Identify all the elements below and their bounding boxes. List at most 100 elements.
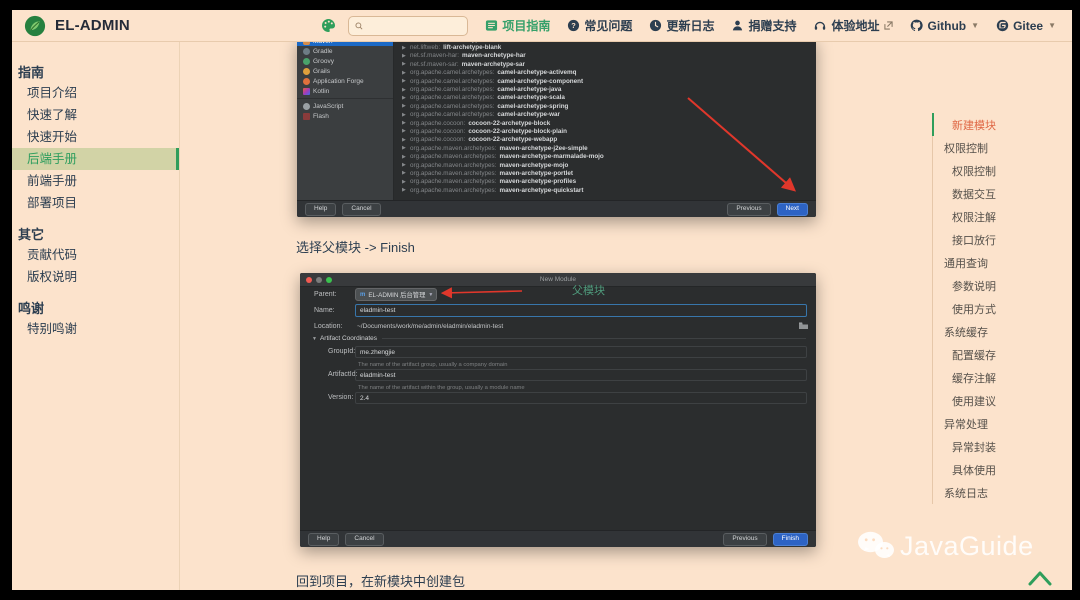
artifactid-input[interactable]: eladmin-test — [355, 369, 807, 381]
nav-item-github[interactable]: Github ▼ — [910, 19, 979, 33]
toc-item[interactable]: 数据交互 — [932, 182, 1070, 205]
expand-arrow-icon[interactable]: ▶ — [402, 78, 407, 84]
sidebar-item[interactable]: 项目介绍 — [12, 82, 179, 104]
expand-arrow-icon[interactable]: ▶ — [402, 154, 407, 160]
previous-button[interactable]: Previous — [723, 532, 767, 546]
toc-item[interactable]: 权限控制 — [932, 136, 1070, 159]
toc-item[interactable]: 参数说明 — [932, 274, 1070, 297]
module-name-input[interactable]: eladmin-test — [355, 304, 807, 317]
expand-arrow-icon[interactable]: ▶ — [402, 112, 407, 118]
toc-item[interactable]: 接口放行 — [932, 228, 1070, 251]
artifact-coordinates-section[interactable]: ▼ Artifact Coordinates — [312, 335, 806, 342]
expand-arrow-icon[interactable]: ▶ — [402, 61, 407, 67]
toc-item[interactable]: 异常处理 — [932, 412, 1070, 435]
toc-item[interactable]: 系统缓存 — [932, 320, 1070, 343]
groupid-input[interactable]: me.zhengjie — [355, 346, 807, 358]
previous-button[interactable]: Previous — [727, 202, 771, 216]
toc-item[interactable]: 通用查询 — [932, 251, 1070, 274]
archetype-row[interactable]: ▶ org.apache.camel.archetypes: camel-arche… — [394, 111, 816, 119]
nav-item-guide[interactable]: 项目指南 — [485, 17, 550, 34]
site-title[interactable]: EL-ADMIN — [55, 17, 130, 34]
sidebar-item[interactable]: 前端手册 — [12, 170, 179, 192]
nav-item-faq[interactable]: ? 常见问题 — [567, 17, 632, 34]
archetype-row[interactable]: ▶ org.apache.camel.archetypes: camel-arche… — [394, 69, 816, 77]
archetype-row[interactable]: ▶ net.sf.maven-sar: maven-archetype-sar — [394, 60, 816, 68]
close-window-icon[interactable] — [306, 276, 312, 283]
archetype-row[interactable]: ▶ org.apache.maven.archetypes: maven-arche… — [394, 161, 816, 169]
sidebar-item[interactable]: 快速开始 — [12, 126, 179, 148]
toc-item[interactable]: 缓存注解 — [932, 366, 1070, 389]
archetype-row[interactable]: ▶ org.apache.camel.archetypes: camel-arche… — [394, 85, 816, 93]
expand-arrow-icon[interactable]: ▶ — [402, 53, 407, 59]
toc-item[interactable]: 系统日志 — [932, 481, 1070, 504]
sidebar-item[interactable]: 版权说明 — [12, 266, 179, 288]
sidebar-item[interactable]: 部署项目 — [12, 192, 179, 214]
cancel-button[interactable]: Cancel — [342, 202, 381, 216]
expand-arrow-icon[interactable]: ▶ — [402, 179, 407, 185]
sidebar-item[interactable]: 快速了解 — [12, 104, 179, 126]
folder-browse-icon[interactable] — [799, 322, 808, 329]
expand-arrow-icon[interactable]: ▶ — [402, 95, 407, 101]
expand-arrow-icon[interactable]: ▶ — [402, 87, 407, 93]
minimize-window-icon[interactable] — [316, 276, 322, 283]
nav-item-donate[interactable]: 捐赠支持 — [731, 17, 796, 34]
toc-item[interactable]: 具体使用 — [932, 458, 1070, 481]
back-to-top-button[interactable] — [1026, 566, 1054, 590]
archetype-row[interactable]: ▶ org.apache.camel.archetypes: camel-arche… — [394, 77, 816, 85]
module-type-groovy[interactable]: Groovy — [297, 56, 393, 66]
expand-arrow-icon[interactable]: ▶ — [402, 103, 407, 109]
help-button[interactable]: Help — [305, 202, 337, 216]
expand-arrow-icon[interactable]: ▶ — [402, 162, 407, 168]
expand-arrow-icon[interactable]: ▶ — [402, 70, 407, 76]
search-box[interactable] — [348, 15, 469, 36]
version-input[interactable]: 2.4 — [355, 392, 807, 404]
module-type-kotlin[interactable]: Kotlin — [297, 86, 393, 99]
next-button[interactable]: Next — [776, 202, 808, 216]
parent-module-dropdown[interactable]: m EL-ADMIN 后台管理 ▼ — [355, 288, 437, 301]
module-type-gradle[interactable]: Gradle — [297, 46, 393, 56]
archetype-row[interactable]: ▶ net.sf.maven-har: maven-archetype-har — [394, 52, 816, 60]
archetype-row[interactable]: ▶ org.apache.maven.archetypes: maven-arche… — [394, 178, 816, 186]
nav-item-demo[interactable]: 体验地址 — [813, 17, 894, 34]
archetype-row[interactable]: ▶ org.apache.maven.archetypes: maven-arche… — [394, 186, 816, 194]
cancel-button[interactable]: Cancel — [345, 532, 384, 546]
archetype-row[interactable]: ▶ org.apache.camel.archetypes: camel-arche… — [394, 94, 816, 102]
archetype-row[interactable]: ▶ org.apache.maven.archetypes: maven-arche… — [394, 169, 816, 177]
sidebar-item[interactable]: 特别鸣谢 — [12, 318, 179, 340]
zoom-window-icon[interactable] — [326, 276, 332, 283]
toc-item[interactable]: 使用建议 — [932, 389, 1070, 412]
theme-palette-icon[interactable] — [321, 18, 336, 33]
toc-item[interactable]: 权限注解 — [932, 205, 1070, 228]
archetype-row[interactable]: ▶ net.liftweb: lift-archetype-blank — [394, 43, 816, 51]
expand-arrow-icon[interactable]: ▶ — [402, 137, 407, 143]
module-type-javascript[interactable]: JavaScript — [297, 101, 393, 111]
archetype-row[interactable]: ▶ org.apache.maven.archetypes: maven-arche… — [394, 144, 816, 152]
toc-item[interactable]: 使用方式 — [932, 297, 1070, 320]
archetype-row[interactable]: ▶ org.apache.cocoon: cocoon-22-archetype-b… — [394, 127, 816, 135]
expand-arrow-icon[interactable]: ▶ — [402, 187, 407, 193]
expand-arrow-icon[interactable]: ▶ — [402, 45, 407, 51]
nav-item-changelog[interactable]: 更新日志 — [649, 17, 714, 34]
finish-button[interactable]: Finish — [772, 532, 808, 546]
module-type-flash[interactable]: Flash — [297, 111, 393, 121]
sidebar-item[interactable]: 后端手册 — [12, 148, 179, 170]
module-type-forge[interactable]: Application Forge — [297, 76, 393, 86]
location-value[interactable]: ~/Documents/work/me/admin/eladmin/eladmi… — [357, 323, 503, 330]
module-type-grails[interactable]: Grails — [297, 66, 393, 76]
search-input[interactable] — [367, 18, 462, 33]
toc-item[interactable]: 异常封装 — [932, 435, 1070, 458]
toc-item[interactable]: 配置缓存 — [932, 343, 1070, 366]
archetype-row[interactable]: ▶ org.apache.cocoon: cocoon-22-archetype-b… — [394, 119, 816, 127]
archetype-row[interactable]: ▶ org.apache.cocoon: cocoon-22-archetype-w… — [394, 136, 816, 144]
toc-item[interactable]: 新建模块 — [932, 113, 1070, 136]
toc-item[interactable]: 权限控制 — [932, 159, 1070, 182]
help-button[interactable]: Help — [308, 532, 340, 546]
expand-arrow-icon[interactable]: ▶ — [402, 120, 407, 126]
archetype-row[interactable]: ▶ org.apache.camel.archetypes: camel-arche… — [394, 102, 816, 110]
expand-arrow-icon[interactable]: ▶ — [402, 128, 407, 134]
expand-arrow-icon[interactable]: ▶ — [402, 145, 407, 151]
nav-item-gitee[interactable]: Gitee ▼ — [996, 19, 1056, 33]
sidebar-item[interactable]: 贡献代码 — [12, 244, 179, 266]
archetype-row[interactable]: ▶ org.apache.maven.archetypes: maven-arche… — [394, 152, 816, 160]
expand-arrow-icon[interactable]: ▶ — [402, 170, 407, 176]
